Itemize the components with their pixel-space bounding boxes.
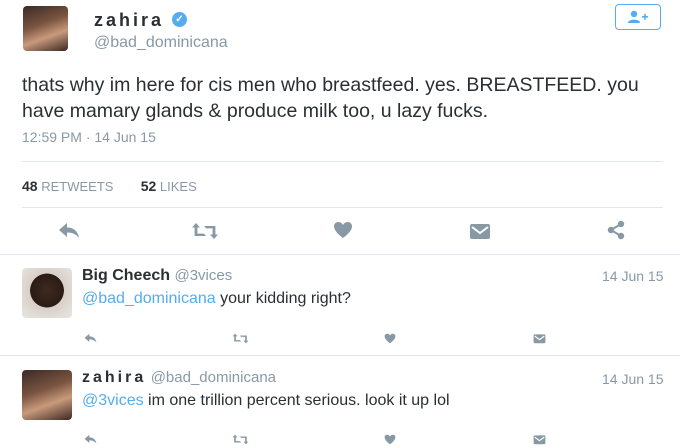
like-icon[interactable] [384, 333, 396, 344]
reply-display-name[interactable]: zahira [82, 369, 146, 386]
tweet-stats: 48 RETWEETS 52 LIKES [22, 178, 197, 194]
reply-mention-link[interactable]: @3vices [82, 392, 144, 409]
retweet-icon[interactable] [191, 222, 219, 240]
share-icon[interactable] [606, 220, 626, 240]
reply-text-container: @3vices im one trillion percent serious.… [82, 392, 450, 410]
reply-text: your kidding right? [215, 290, 351, 307]
author-display-name[interactable]: zahira [94, 10, 164, 31]
reply-text-container: @bad_dominicana your kidding right? [82, 290, 351, 308]
like-icon[interactable] [333, 221, 353, 239]
author-avatar[interactable] [23, 6, 68, 51]
follow-user-icon [628, 10, 648, 23]
reply-display-name[interactable]: Big Cheech [82, 267, 170, 284]
retweet-icon[interactable] [232, 333, 249, 344]
verified-badge-icon: ✓ [172, 12, 187, 27]
reply-handle[interactable]: @bad_dominicana [151, 369, 276, 386]
reply-icon[interactable] [84, 333, 97, 344]
divider [22, 207, 663, 208]
message-icon[interactable] [533, 434, 546, 445]
likes-count[interactable]: 52 [141, 178, 157, 194]
reply-header: Big Cheech @3vices [82, 267, 232, 285]
reply-text: im one trillion percent serious. look it… [143, 392, 450, 409]
reply-icon[interactable] [58, 222, 80, 240]
author-handle[interactable]: @bad_dominicana [94, 34, 228, 52]
reply-date[interactable]: 14 Jun 15 [602, 371, 664, 387]
retweets-count[interactable]: 48 [22, 178, 38, 194]
retweets-label[interactable]: RETWEETS [41, 179, 113, 194]
reply-header: zahira @bad_dominicana [82, 369, 276, 387]
reply-icon[interactable] [84, 434, 97, 445]
likes-label[interactable]: LIKES [160, 179, 197, 194]
divider [0, 355, 680, 356]
message-icon[interactable] [469, 222, 491, 240]
tweet-timestamp[interactable]: 12:59 PM · 14 Jun 15 [22, 129, 156, 145]
like-icon[interactable] [384, 434, 396, 445]
reply-avatar[interactable] [22, 370, 72, 420]
reply-avatar[interactable] [22, 268, 72, 318]
reply-handle[interactable]: @3vices [174, 267, 232, 284]
reply-mention-link[interactable]: @bad_dominicana [82, 290, 216, 307]
divider [0, 254, 680, 255]
reply-date[interactable]: 14 Jun 15 [602, 268, 664, 284]
retweet-icon[interactable] [232, 434, 249, 445]
follow-button[interactable] [615, 4, 661, 30]
tweet-text: thats why im here for cis men who breast… [22, 74, 639, 122]
divider [22, 161, 663, 162]
message-icon[interactable] [533, 333, 546, 344]
